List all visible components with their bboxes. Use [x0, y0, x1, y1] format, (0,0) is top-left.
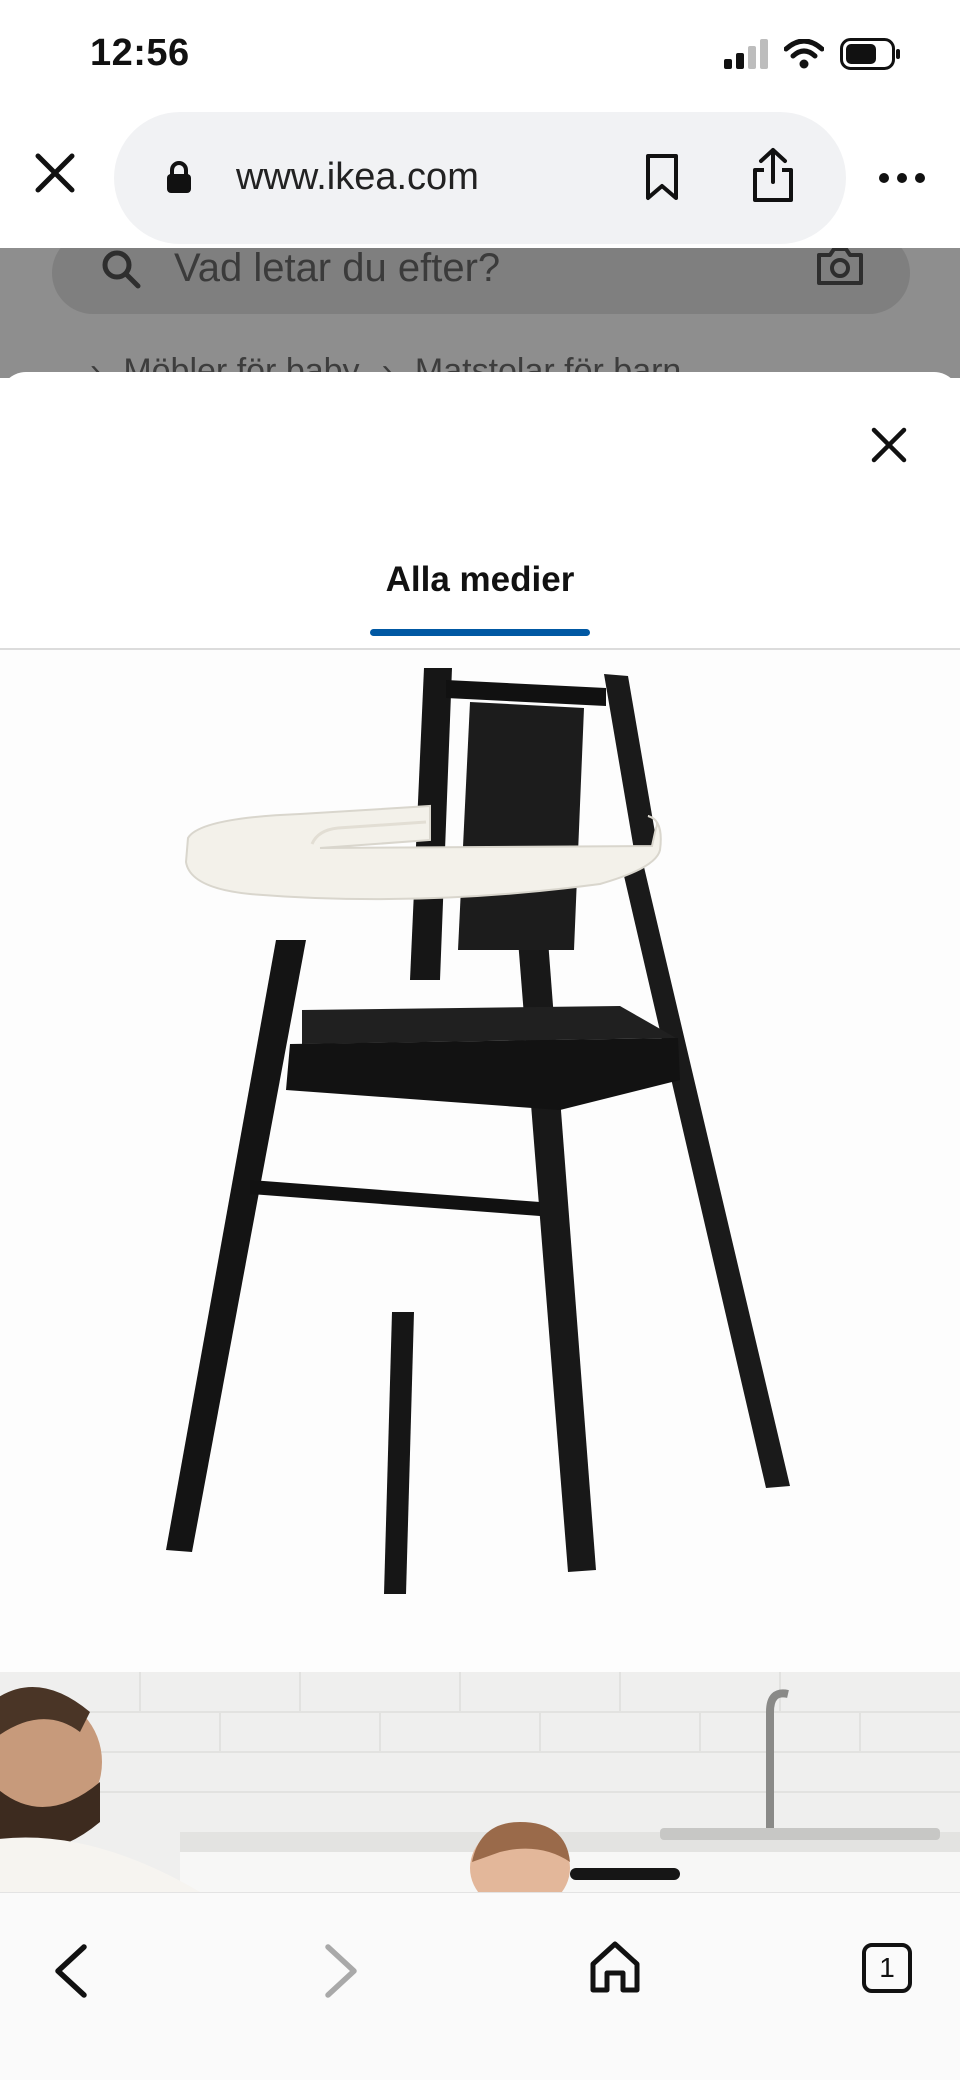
- camera-icon: [817, 248, 863, 285]
- tab-count: 1: [879, 1952, 895, 1983]
- url-text: www.ikea.com: [236, 156, 479, 198]
- share-icon[interactable]: [750, 146, 796, 204]
- forward-icon[interactable]: [316, 1941, 366, 2001]
- cellular-signal-icon: [724, 39, 768, 69]
- lock-icon: [167, 161, 191, 193]
- bookmark-icon[interactable]: [642, 152, 682, 202]
- tab-active-indicator: [370, 629, 590, 636]
- status-bar: 12:56: [0, 0, 960, 108]
- status-icons: [724, 36, 902, 72]
- address-bar[interactable]: www.ikea.com: [114, 112, 846, 244]
- battery-icon: [840, 38, 900, 70]
- back-icon[interactable]: [46, 1941, 96, 2001]
- media-viewer-sheet: Alla medier: [0, 372, 960, 1892]
- wifi-icon: [784, 39, 824, 69]
- tab-label: Alla medier: [385, 560, 575, 599]
- search-icon: [102, 250, 141, 289]
- browser-bottom-bar: 1: [0, 1892, 960, 2080]
- status-time: 12:56: [90, 32, 190, 74]
- tab-all-media[interactable]: Alla medier: [370, 560, 590, 640]
- kitchen-scene: [0, 1672, 960, 1892]
- high-chair-illustration: [166, 668, 790, 1594]
- background-search-bar: Vad letar du efter?: [52, 248, 910, 314]
- background-search-placeholder: Vad letar du efter?: [174, 248, 501, 290]
- browser-toolbar: www.ikea.com: [0, 108, 960, 248]
- product-image-high-chair[interactable]: [0, 650, 960, 1672]
- background-page-overlay: Vad letar du efter? › Möbler för baby › Mat…: [0, 248, 960, 378]
- close-tab-icon[interactable]: [30, 148, 80, 198]
- tab-switcher-button[interactable]: 1: [862, 1943, 912, 1993]
- close-icon[interactable]: [862, 418, 916, 472]
- lifestyle-image-kitchen[interactable]: [0, 1672, 960, 1892]
- more-options-icon[interactable]: [878, 172, 926, 184]
- home-icon[interactable]: [588, 1939, 642, 1995]
